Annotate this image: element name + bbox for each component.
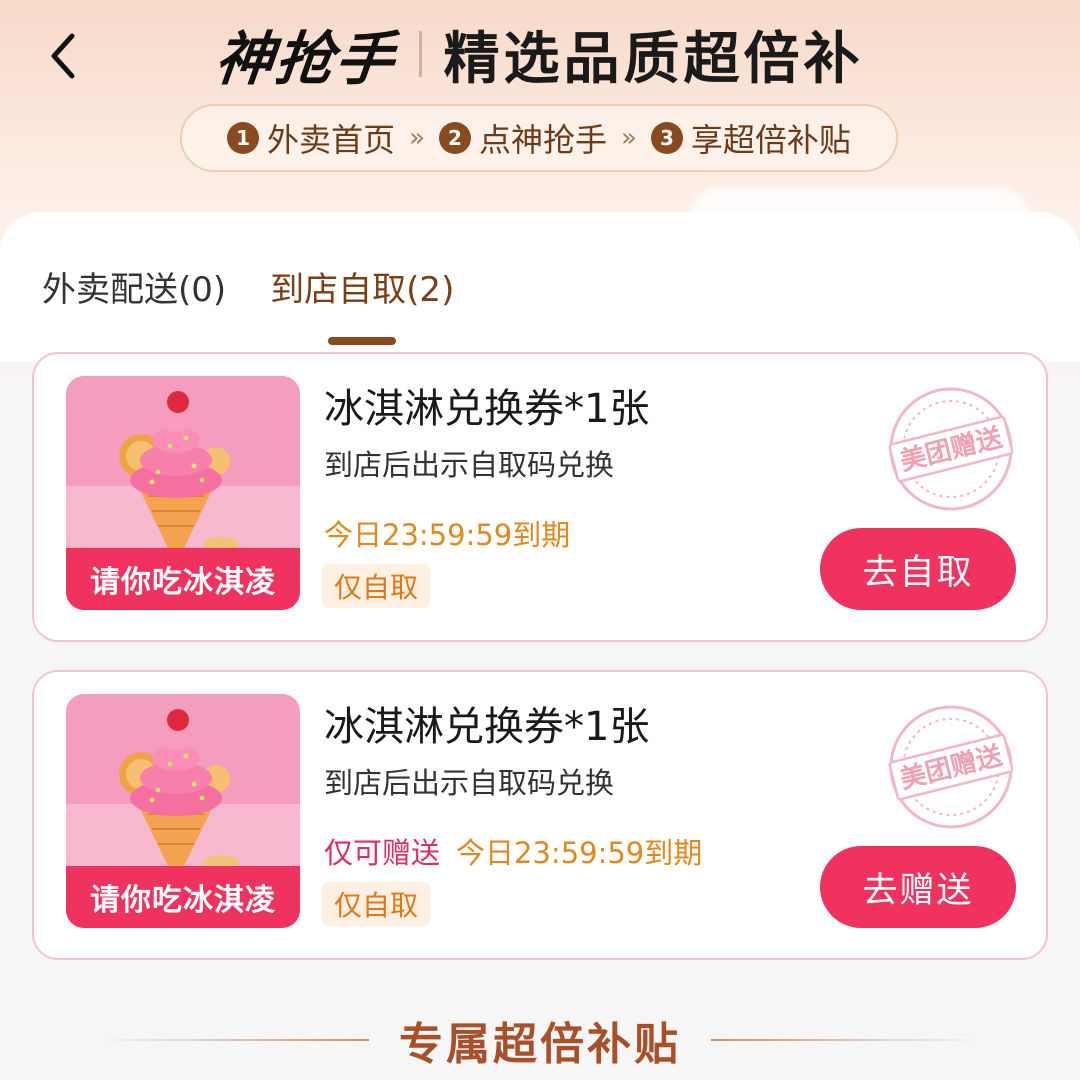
step-1: 1 外卖首页 [227,115,395,161]
voucher-image: 请你吃冰淇凌 [66,694,300,928]
voucher-image-caption: 请你吃冰淇凌 [66,866,300,928]
double-chevron-right-icon: » [409,123,425,153]
divider-line [99,1039,369,1041]
voucher-image-caption: 请你吃冰淇凌 [66,548,300,610]
header-divider [418,31,422,77]
tab-pickup[interactable]: 到店自取(2) [270,262,455,345]
active-tab-indicator [328,337,397,345]
step-number: 1 [227,122,260,154]
page: 神抢手 精选品质超倍补 1 外卖首页 » 2 点神抢手 » 3 享超倍补贴 外卖… [0,0,1080,1080]
meituan-gift-stamp-icon: 美团赠送 [888,387,1014,511]
voucher-title: 冰淇淋兑换券*1张 [324,386,650,432]
voucher-image: 请你吃冰淇凌 [66,376,300,610]
meituan-gift-stamp-icon: 美团赠送 [888,705,1014,829]
section-heading: 专属超倍补贴 [0,1010,1080,1070]
voucher-expiry: 今日23:59:59到期 [324,518,571,552]
gift-button[interactable]: 去赠送 [820,846,1016,928]
tab-label: 到店自取(2) [270,270,455,310]
header-title: 神抢手 精选品质超倍补 [0,18,1080,93]
tab-bar: 外卖配送(0) 到店自取(2) [42,262,455,345]
step-number: 3 [650,122,683,154]
panel-decoration [690,188,1030,328]
pickup-only-badge: 仅自取 [322,564,431,608]
pickup-button[interactable]: 去自取 [820,528,1016,610]
voucher-description: 到店后出示自取码兑换 [324,766,615,800]
voucher-expiry: 今日23:59:59到期 [456,836,703,870]
voucher-meta: 今日23:59:59到期 [324,512,570,554]
divider-line [711,1039,981,1041]
step-label: 享超倍补贴 [690,121,851,159]
steps-guide: 1 外卖首页 » 2 点神抢手 » 3 享超倍补贴 [180,104,898,172]
header-subtitle: 精选品质超倍补 [443,26,864,92]
step-label: 点神抢手 [478,121,607,159]
pickup-only-badge: 仅自取 [322,882,431,926]
voucher-meta: 仅可赠送 今日23:59:59到期 [324,830,702,872]
brand-logo: 神抢手 [212,25,400,93]
step-2: 2 点神抢手 [438,115,607,161]
voucher-description: 到店后出示自取码兑换 [324,448,615,482]
tab-label: 外卖配送(0) [42,270,227,310]
section-title: 专属超倍补贴 [399,1019,681,1070]
voucher-card: 请你吃冰淇凌 冰淇淋兑换券*1张 到店后出示自取码兑换 仅可赠送 今日23:59… [32,670,1048,960]
step-number: 2 [438,122,471,154]
double-chevron-right-icon: » [621,123,637,153]
step-label: 外卖首页 [267,121,396,159]
gift-only-label: 仅可赠送 [324,836,441,870]
voucher-card: 请你吃冰淇凌 冰淇淋兑换券*1张 到店后出示自取码兑换 今日23:59:59到期… [32,352,1048,642]
tab-delivery[interactable]: 外卖配送(0) [42,262,226,319]
step-3: 3 享超倍补贴 [650,115,851,161]
voucher-title: 冰淇淋兑换券*1张 [324,704,650,750]
